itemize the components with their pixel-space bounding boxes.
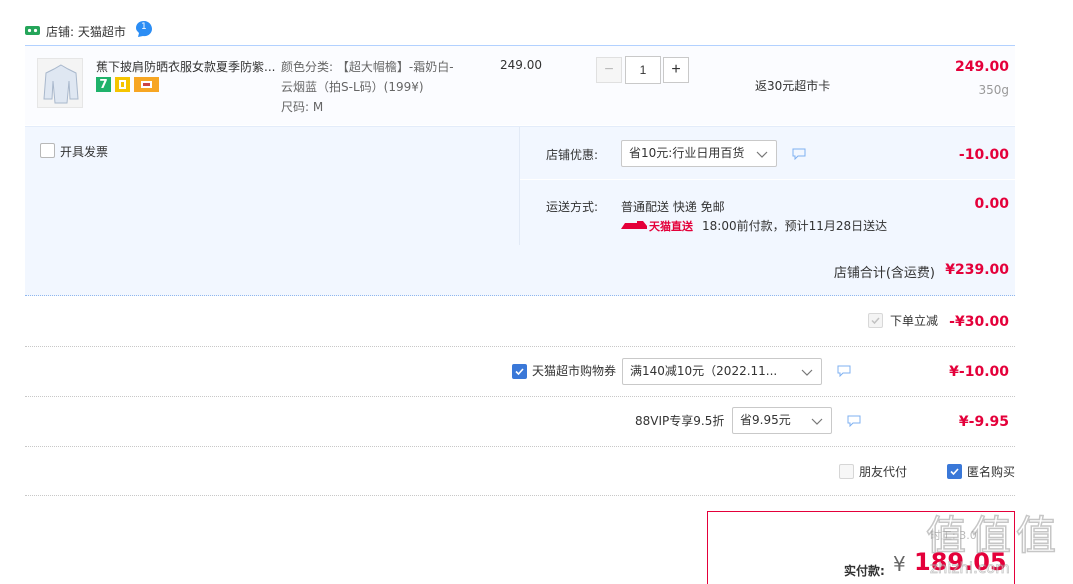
instant-discount-checkbox <box>868 313 883 328</box>
instant-discount-amount: -¥30.00 <box>949 314 1009 330</box>
chat-badge-count: 1 <box>141 22 147 32</box>
tmall-direct-badge: 天猫直送 <box>621 218 693 233</box>
shop-total-label: 店铺合计(含运费) <box>833 266 935 281</box>
shop-discount-value: 省10元:行业日用百货 <box>629 146 745 160</box>
discount-shipping-box: 店铺优惠: 省10元:行业日用百货 -10.00 运送方式: 普通配送 快递 免… <box>519 127 1016 245</box>
item-total-price: 249.00 <box>954 59 1009 75</box>
vip-row: 88VIP专享9.5折 省9.95元 ¥-9.95 <box>25 397 1015 446</box>
coupon-checkbox[interactable] <box>512 364 527 379</box>
shop-discount-label: 店铺优惠: <box>546 148 599 162</box>
coupon-value: 满140减10元（2022.11... <box>630 364 778 378</box>
watermark-logo: 值 <box>925 512 968 560</box>
invoice-checkbox[interactable] <box>40 143 55 158</box>
coupon-amount: ¥-10.00 <box>949 364 1009 380</box>
rebate-text: 返30元超市卡 <box>755 79 831 93</box>
chevron-down-icon <box>801 369 813 376</box>
coupon-select[interactable]: 满140减10元（2022.11... <box>622 358 822 385</box>
watermark: 值 值 值 zhizhi.com <box>925 503 1066 579</box>
invoice-label[interactable]: 开具发票 <box>60 143 108 160</box>
message-icon[interactable] <box>837 365 851 377</box>
tmall-direct-text: 天猫直送 <box>649 220 693 233</box>
vip-label: 88VIP专享9.5折 <box>635 414 725 428</box>
message-icon[interactable] <box>792 148 806 160</box>
shop-name[interactable]: 店铺: 天猫超市 <box>46 23 126 40</box>
message-icon[interactable] <box>847 415 861 427</box>
watermark-logo: 值 <box>970 512 1012 560</box>
service-guarantee-icon <box>115 77 130 92</box>
tmall-shop-icon <box>25 25 40 36</box>
friend-pay-label[interactable]: 朋友代付 <box>859 463 907 480</box>
card-payment-icon <box>134 77 159 92</box>
item-spec-color: 颜色分类: 【超大帽檐】-霜奶白- <box>281 60 454 74</box>
shop-total-amount: ¥239.00 <box>945 262 1009 278</box>
friend-pay-checkbox[interactable] <box>839 464 854 479</box>
quantity-minus-button[interactable]: − <box>596 57 622 83</box>
item-spec-color-cont: 云烟蓝（拍S-L码）(199¥) <box>281 80 424 94</box>
shop-discount-amount: -10.00 <box>958 147 1009 163</box>
payment-currency: ¥ <box>893 552 906 576</box>
payment-label: 实付款: <box>844 564 885 578</box>
shipping-label: 运送方式: <box>546 200 599 214</box>
item-row: 蕉下披肩防晒衣服女款夏季防紫... 7 颜色分类: 【超大帽檐】-霜奶白- 云烟… <box>25 45 1015 125</box>
vip-select[interactable]: 省9.95元 <box>732 407 832 434</box>
row-divider <box>25 495 1015 496</box>
seven-day-return-icon: 7 <box>96 77 111 92</box>
chevron-down-icon <box>756 151 768 158</box>
unit-price: 249.00 <box>500 58 542 72</box>
vip-value: 省9.95元 <box>740 413 791 427</box>
shipping-eta: 18:00前付款，预计11月28日送达 <box>702 219 888 233</box>
delivery-truck-icon <box>621 221 647 229</box>
item-title[interactable]: 蕉下披肩防晒衣服女款夏季防紫... <box>96 58 278 75</box>
quantity-stepper: − + <box>596 56 691 84</box>
item-thumbnail[interactable] <box>37 58 83 108</box>
instant-discount-row: 下单立减 -¥30.00 <box>25 297 1015 346</box>
item-weight: 350g <box>978 83 1009 97</box>
anonymous-checkbox[interactable] <box>947 464 962 479</box>
coupon-label[interactable]: 天猫超市购物券 <box>532 362 616 379</box>
shipping-amount: 0.00 <box>974 196 1009 212</box>
shipping-method: 普通配送 快递 免邮 <box>621 200 725 214</box>
chevron-down-icon <box>811 418 823 425</box>
quantity-input[interactable] <box>625 56 661 84</box>
watermark-logo: 值 <box>1015 512 1057 560</box>
anonymous-label[interactable]: 匿名购买 <box>967 463 1015 480</box>
discount-divider <box>520 179 1016 180</box>
instant-discount-label: 下单立减 <box>890 314 939 328</box>
options-row: 朋友代付 匿名购买 <box>25 447 1015 495</box>
quantity-plus-button[interactable]: + <box>663 57 689 83</box>
coupon-row: 天猫超市购物券 满140减10元（2022.11... ¥-10.00 <box>25 347 1015 396</box>
shop-total-row: 店铺合计(含运费) ¥239.00 <box>25 245 1015 297</box>
order-options-panel: 开具发票 店铺优惠: 省10元:行业日用百货 -10.00 运送方式: 普通配送… <box>25 126 1016 297</box>
watermark-site: zhizhi.com <box>930 559 1011 578</box>
vip-amount: ¥-9.95 <box>958 414 1009 430</box>
shop-discount-select[interactable]: 省10元:行业日用百货 <box>621 140 777 167</box>
item-spec-size: 尺码: M <box>281 100 324 114</box>
